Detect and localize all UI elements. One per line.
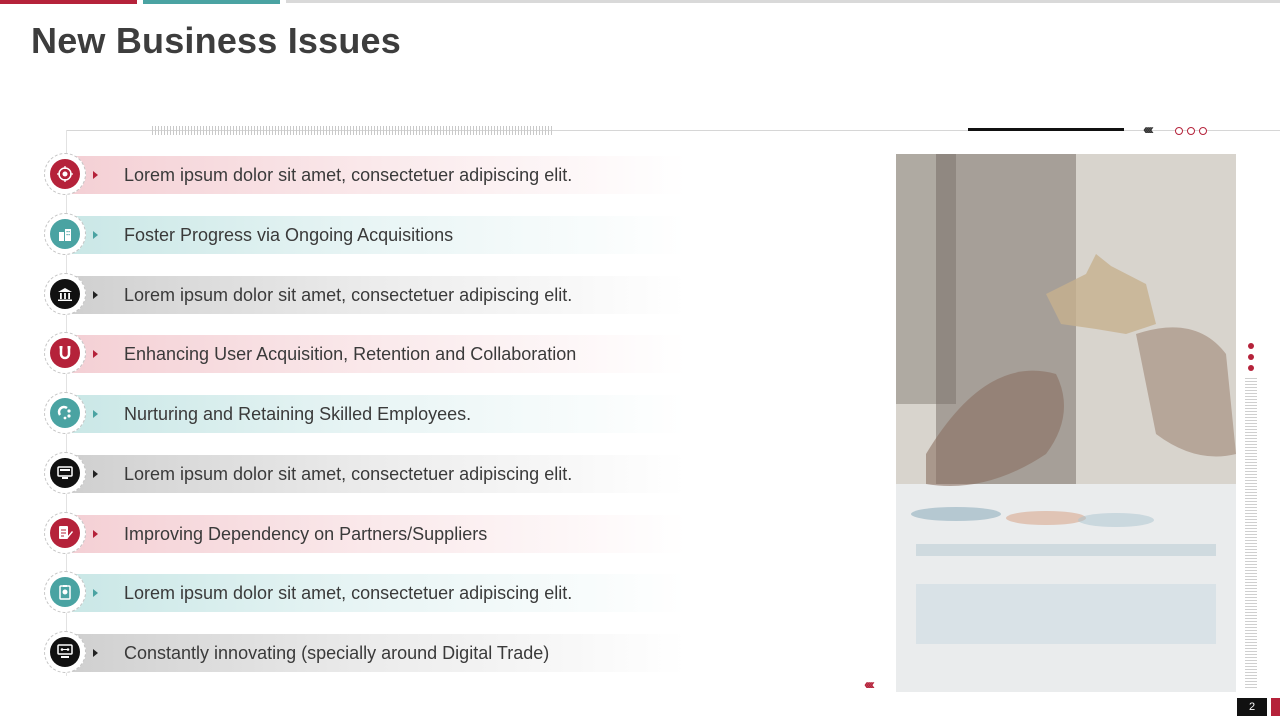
list-item: Improving Dependency on Partners/Supplie…: [44, 512, 694, 554]
top-accent-teal: [143, 0, 280, 4]
item-label: Foster Progress via Ongoing Acquisitions: [124, 225, 454, 245]
list-item: Enhancing User Acquisition, Retention an…: [44, 332, 694, 374]
item-icon-circle: [44, 273, 86, 315]
top-accent-red: [0, 0, 137, 4]
arrow-right-icon: [93, 410, 98, 418]
puzzle-hands-photo: [896, 154, 1236, 692]
circle-decoration: [1175, 127, 1183, 135]
arrow-right-icon: [93, 470, 98, 478]
item-icon-circle: [44, 452, 86, 494]
item-label: Nurturing and Retaining Skilled Employee…: [124, 404, 472, 424]
item-label: Lorem ipsum dolor sit amet, consectetuer…: [124, 583, 573, 603]
target-icon: [57, 166, 73, 182]
list-item: Lorem ipsum dolor sit amet, consectetuer…: [44, 273, 694, 315]
black-accent-bar: [968, 128, 1124, 131]
list-item: Constantly innovating (specially around …: [44, 631, 694, 673]
circle-decoration: [1187, 127, 1195, 135]
item-label: Lorem ipsum dolor sit amet, consectetuer…: [124, 464, 573, 484]
computer-network-icon: [57, 644, 73, 658]
item-icon-circle: [44, 332, 86, 374]
tick-decoration: [152, 126, 554, 135]
arrow-right-icon: [93, 171, 98, 179]
arrow-right-icon: [93, 589, 98, 597]
item-icon-circle: [44, 153, 86, 195]
chevrons-left-icon: ‹‹‹‹: [864, 676, 875, 693]
magnet-people-icon: [57, 405, 71, 420]
item-icon-circle: [44, 512, 86, 554]
top-accent-gray: [286, 0, 1280, 3]
clipboard-badge-icon: [59, 585, 71, 600]
page-title: New Business Issues: [31, 20, 401, 61]
item-icon-circle: [44, 571, 86, 613]
item-label: Improving Dependency on Partners/Supplie…: [124, 524, 488, 544]
page-number: 2: [1237, 698, 1267, 716]
page-number-accent: [1271, 698, 1280, 716]
arrow-right-icon: [93, 649, 98, 657]
buildings-icon: [59, 229, 71, 241]
item-icon-circle: [44, 631, 86, 673]
arrow-right-icon: [93, 231, 98, 239]
list-item: Lorem ipsum dolor sit amet, consectetuer…: [44, 571, 694, 613]
arrow-right-icon: [93, 350, 98, 358]
list-item: Lorem ipsum dolor sit amet, consectetuer…: [44, 153, 694, 195]
item-label: Lorem ipsum dolor sit amet, consectetuer…: [124, 165, 573, 185]
item-icon-circle: [44, 392, 86, 434]
item-label: Constantly innovating (specially around …: [124, 643, 550, 663]
item-label: Enhancing User Acquisition, Retention an…: [124, 344, 577, 364]
list-item: Lorem ipsum dolor sit amet, consectetuer…: [44, 452, 694, 494]
circle-decoration: [1199, 127, 1207, 135]
magnet-icon: [59, 346, 71, 360]
vertical-tick-decoration: [1245, 378, 1257, 690]
arrow-right-icon: [93, 530, 98, 538]
list-item: Foster Progress via Ongoing Acquisitions: [44, 213, 694, 255]
list-item: Nurturing and Retaining Skilled Employee…: [44, 392, 694, 434]
arrow-right-icon: [93, 291, 98, 299]
vertical-dots-decoration: [1248, 343, 1254, 376]
chevrons-left-icon: ‹‹‹‹: [1143, 121, 1154, 138]
monitor-icon: [57, 466, 73, 479]
item-label: Lorem ipsum dolor sit amet, consectetuer…: [124, 285, 573, 305]
bank-chart-icon: [58, 288, 72, 301]
item-icon-circle: [44, 213, 86, 255]
document-edit-icon: [59, 526, 73, 539]
